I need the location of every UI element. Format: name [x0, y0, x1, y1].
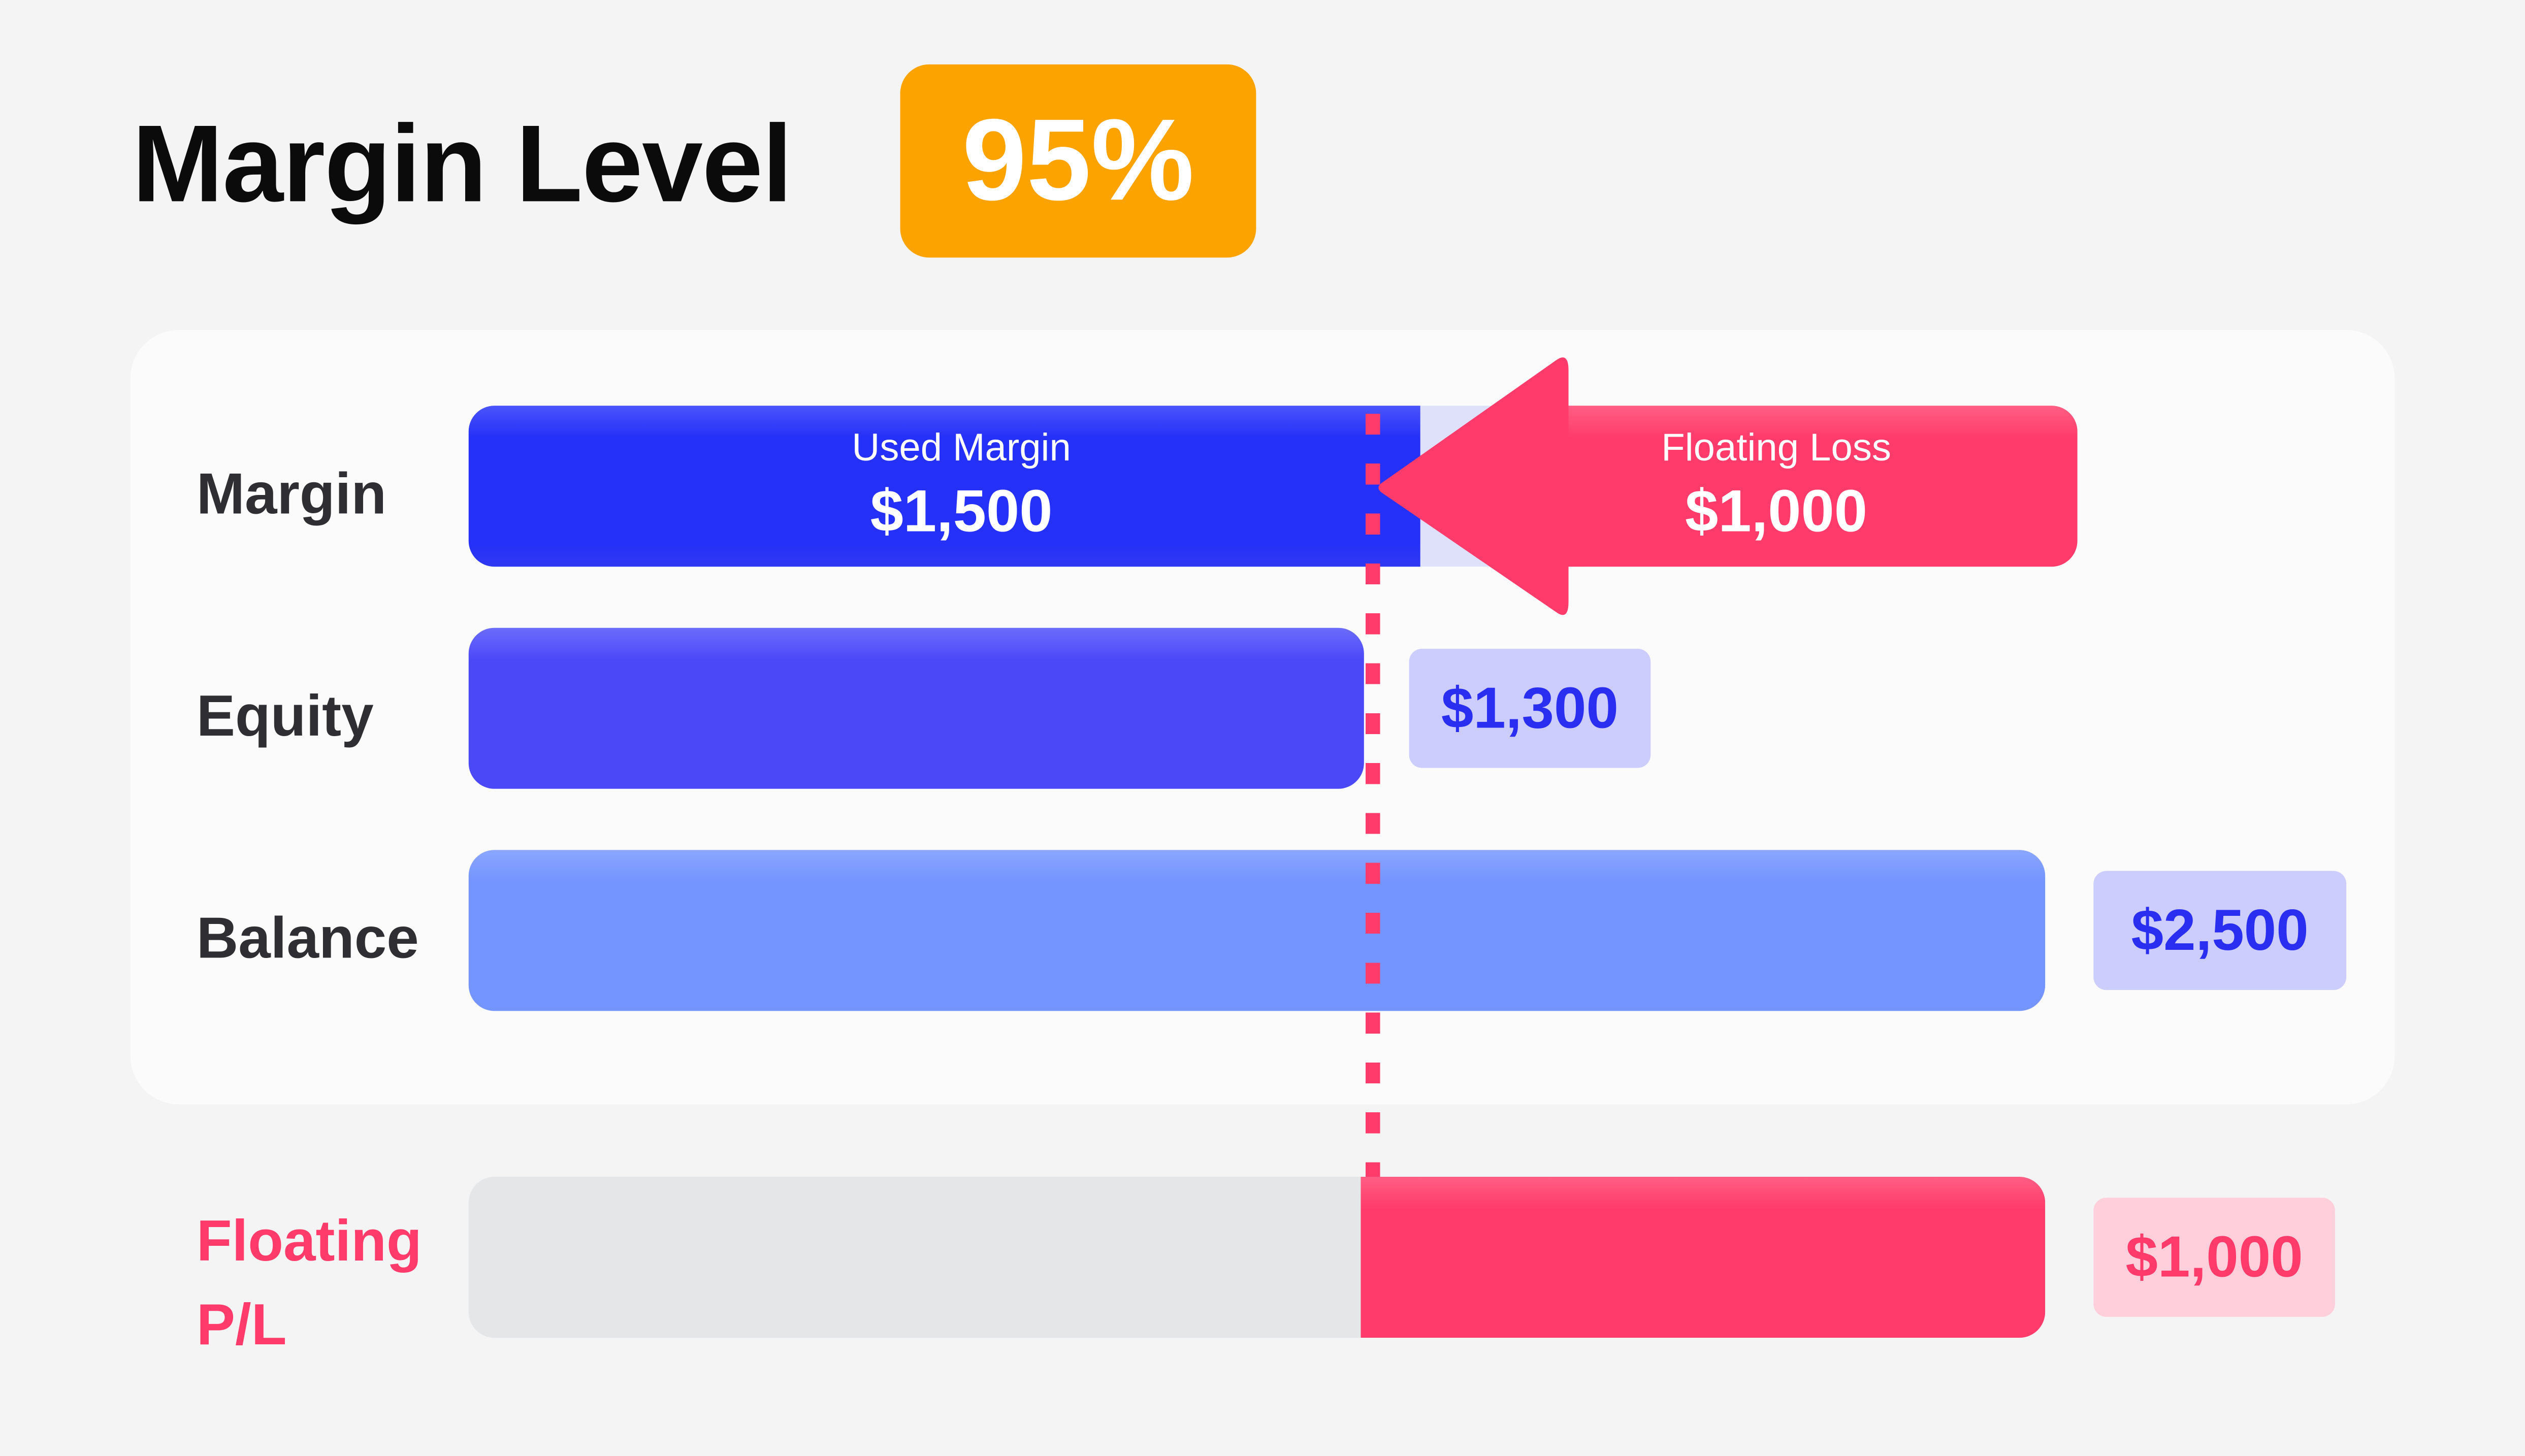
equity-bar	[468, 627, 1364, 789]
floating-pl-loss-fill	[1361, 1177, 2046, 1338]
floating-pl-value: $1,000	[2093, 1198, 2335, 1317]
floating-pl-track	[468, 1177, 2046, 1338]
floating-loss-text: Floating Loss $1,000	[1535, 425, 2018, 550]
balance-bar	[468, 850, 2046, 1011]
page-title: Margin Level	[132, 103, 793, 225]
floating-pl-label-line2: P/L	[196, 1291, 287, 1358]
margin-threshold-dashed-line	[1366, 413, 1380, 1192]
used-margin-value: $1,500	[870, 478, 1053, 544]
equity-value: $1,300	[1409, 648, 1651, 768]
used-margin-text: Used Margin $1,500	[720, 425, 1203, 550]
balance-value: $2,500	[2093, 871, 2347, 990]
floating-loss-label: Floating Loss	[1661, 426, 1891, 470]
equity-label: Equity	[196, 682, 374, 749]
floating-loss-value: $1,000	[1685, 478, 1868, 544]
margin-level-badge: 95%	[900, 64, 1256, 258]
used-margin-label: Used Margin	[852, 426, 1071, 470]
floating-pl-label: Floating P/L	[197, 1199, 422, 1367]
margin-label: Margin	[196, 460, 387, 526]
balance-label: Balance	[196, 905, 419, 971]
margin-level-diagram: Margin Level 95% Margin Used Margin $1,5…	[0, 0, 2525, 1455]
floating-pl-label-line1: Floating	[196, 1207, 422, 1274]
